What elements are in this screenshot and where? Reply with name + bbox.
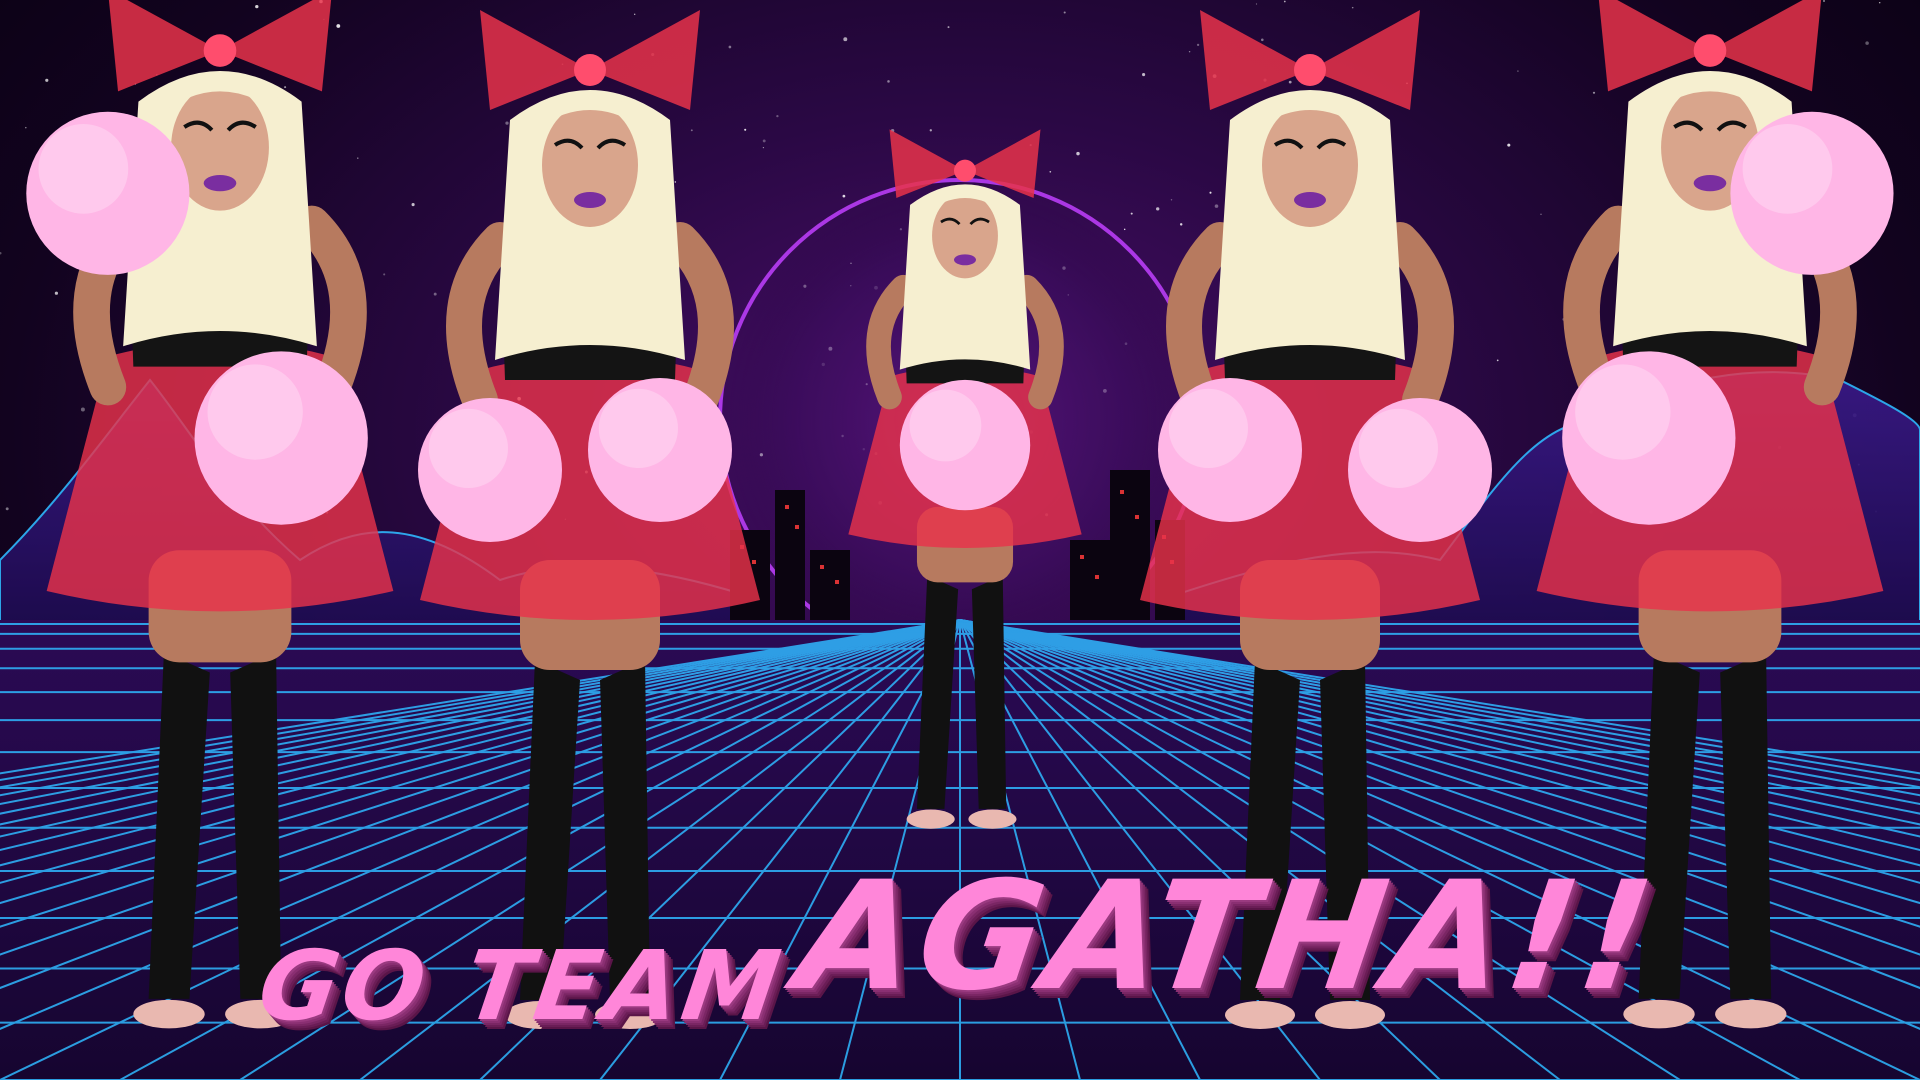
star [887,80,890,83]
caption: Go team AGATHA!! [250,850,1670,1060]
caption-agatha: AGATHA!! [787,850,1666,1024]
star [1878,1,1881,4]
performer-3 [810,129,1120,850]
purple-lips [203,174,237,192]
pompom-highlight [1742,124,1833,214]
star [1822,0,1826,3]
bow-knot [1294,54,1326,86]
pompom-highlight [207,364,303,460]
star [634,13,636,15]
purple-lips [1693,174,1727,192]
shoe [906,809,955,829]
bow-knot [203,34,237,67]
star [843,37,848,42]
shoe [133,999,205,1029]
bow-knot [1693,34,1727,67]
star [929,129,932,132]
bow-knot [954,159,976,182]
face [1262,103,1358,227]
face [542,103,638,227]
star [1255,3,1258,5]
star [1283,0,1286,3]
performer-3-figure [848,129,1082,829]
pompom-highlight [428,408,508,488]
face [932,193,998,279]
leg [148,652,210,999]
pompom-highlight [1358,408,1438,488]
synthwave-scene: Go team AGATHA!! [0,0,1920,1080]
star [1063,11,1066,14]
star [1351,6,1354,9]
leg [916,575,959,809]
bow-knot [574,54,606,86]
star [947,26,950,29]
caption-go-team: Go team [252,930,791,1042]
purple-lips [1294,192,1326,208]
leg [1720,652,1772,999]
leg [971,575,1007,809]
pompom-highlight [1168,388,1248,468]
pompom-highlight [1575,364,1671,460]
pompom-highlight [909,389,982,462]
pompom-highlight [38,124,129,214]
shoe [1715,999,1787,1029]
purple-lips [574,192,606,208]
pompom-highlight [598,388,678,468]
shoe [968,809,1017,829]
purple-lips [954,254,976,266]
star [255,4,259,9]
